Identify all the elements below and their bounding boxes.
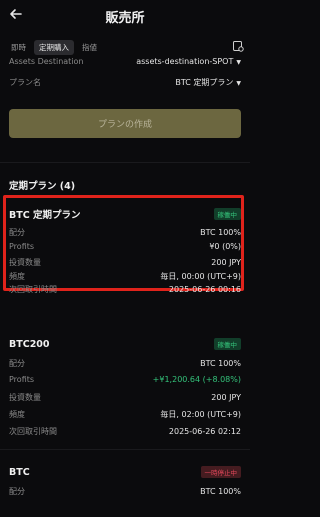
status-badge: 稼働中 [213,338,241,350]
assets-destination-select[interactable]: assets-destination-SPOT ▼ [136,57,241,66]
plan-row: 投資数量 200 JPY [9,392,241,403]
frequency-label: 頻度 [9,410,25,419]
caret-down-icon: ▼ [236,59,241,66]
section-divider [0,162,250,163]
next-trade-value: 2025-06-26 02:12 [168,427,241,436]
plan-name-select[interactable]: BTC 定期プラン ▼ [175,77,241,88]
plan-row: 次回取引時間 2025-06-26 00:16 [9,284,241,295]
profits-label: Profits [9,375,35,384]
plan-name-value: BTC 定期プラン [175,78,234,87]
caret-down-icon: ▼ [236,80,241,87]
page-title: 販売所 [105,11,145,26]
next-trade-value: 2025-06-26 00:16 [168,285,241,294]
amount-value: 200 JPY [211,393,241,402]
frequency-value: 毎日, 00:00 (UTC+9) [160,272,241,281]
assets-destination-label: Assets Destination [9,57,84,66]
tab-recurring[interactable]: 定期購入 [34,39,74,55]
plan-divider [0,449,250,450]
allocation-label: 配分 [9,487,25,496]
plan-row: Profits +¥1,200.64 (+8.08%) [9,375,241,384]
plan-name: BTC200 [9,338,50,350]
allocation-value: BTC 100% [200,228,241,237]
status-badge: 稼働中 [213,208,241,220]
profits-value: +¥1,200.64 (+8.08%) [152,375,241,384]
plan-header[interactable]: BTC 定期プラン 稼働中 [9,207,241,221]
amount-label: 投資数量 [9,258,41,267]
plan-header[interactable]: BTC200 稼働中 [9,338,241,350]
tab-instant[interactable]: 即時 [6,40,31,55]
plan-name-row[interactable]: プラン名 BTC 定期プラン ▼ [9,77,241,88]
create-plan-button[interactable]: プランの作成 [9,109,241,138]
next-trade-label: 次回取引時間 [9,427,57,436]
settings-icon[interactable] [232,40,244,52]
status-badge: 一時停止中 [200,466,241,478]
tab-bar: 即時 定期購入 指値 [6,38,244,56]
recurring-plans-title: 定期プラン (4) [9,181,76,192]
plan-row: 頻度 毎日, 00:00 (UTC+9) [9,271,241,282]
profits-value: ¥0 (0%) [209,242,241,251]
plan-row: 配分 BTC 100% [9,486,241,497]
frequency-value: 毎日, 02:00 (UTC+9) [160,410,241,419]
plan-row: 頻度 毎日, 02:00 (UTC+9) [9,409,241,420]
amount-value: 200 JPY [211,258,241,267]
plan-name-label: プラン名 [9,78,41,87]
plan-name: BTC 定期プラン [9,210,81,221]
profits-label: Profits [9,242,35,251]
allocation-label: 配分 [9,359,25,368]
assets-destination-row[interactable]: Assets Destination assets-destination-SP… [9,57,241,66]
plan-header[interactable]: BTC 一時停止中 [9,466,241,478]
next-trade-label: 次回取引時間 [9,285,57,294]
header: 販売所 [0,0,250,32]
allocation-value: BTC 100% [200,487,241,496]
tab-limit[interactable]: 指値 [77,40,102,55]
plan-name: BTC [9,466,30,478]
frequency-label: 頻度 [9,272,25,281]
allocation-value: BTC 100% [200,359,241,368]
assets-destination-value: assets-destination-SPOT [136,57,234,66]
plan-row: 配分 BTC 100% [9,227,241,238]
amount-label: 投資数量 [9,393,41,402]
plan-row: 投資数量 200 JPY [9,257,241,268]
plan-row: Profits ¥0 (0%) [9,242,241,251]
plan-row: 配分 BTC 100% [9,358,241,369]
allocation-label: 配分 [9,228,25,237]
plan-row: 次回取引時間 2025-06-26 02:12 [9,426,241,437]
